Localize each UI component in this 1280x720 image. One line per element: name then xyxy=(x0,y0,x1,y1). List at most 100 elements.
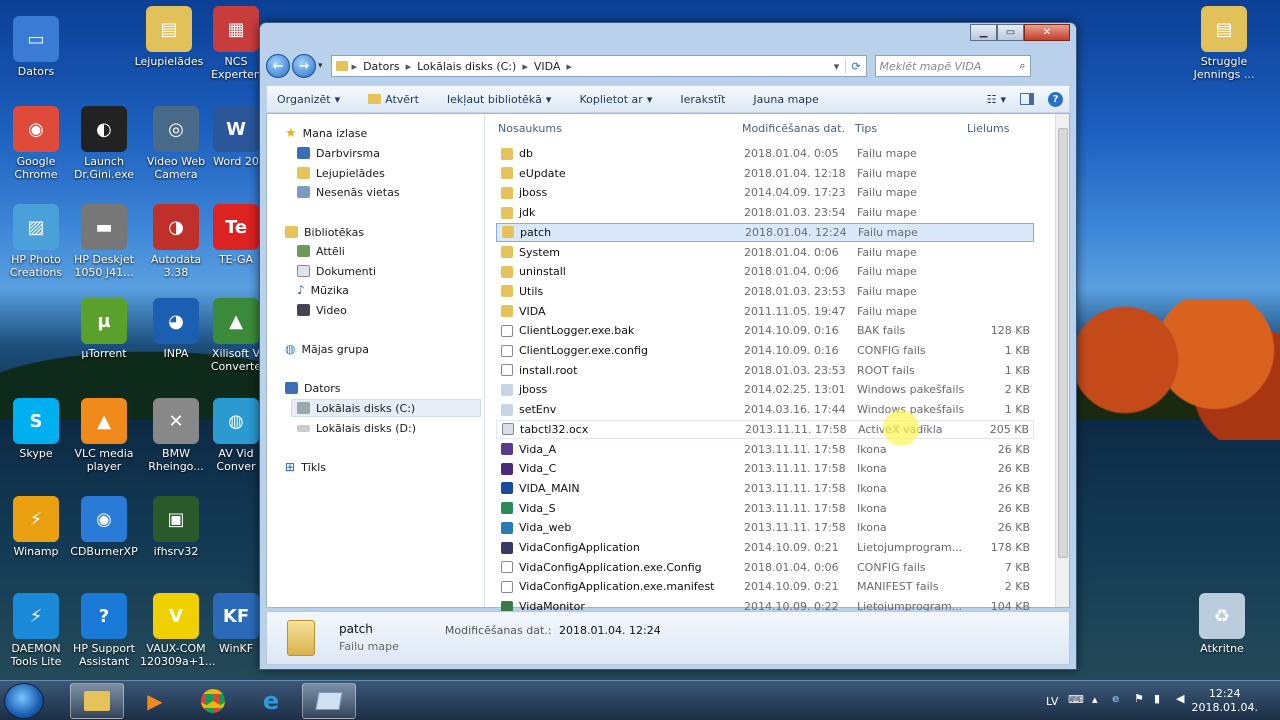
file-row[interactable]: Vida_A 2013.11.11. 17:58 Ikona 26 KB xyxy=(496,440,1034,459)
desktop-icon-strugglefolder[interactable]: ▤ Struggle Jennings ... xyxy=(1188,6,1260,81)
include-library-button[interactable]: Iekļaut bibliotēkā ▾ xyxy=(447,93,552,106)
desktop-icon-winampicon[interactable]: ⚡ Winamp xyxy=(0,496,72,558)
nav-pictures[interactable]: Attēli xyxy=(297,242,345,260)
burn-button[interactable]: Ierakstīt xyxy=(680,93,725,106)
breadcrumb-disk-c[interactable]: Lokālais disks (C:) xyxy=(411,60,522,73)
search-input[interactable]: Meklēt mapē VIDA ⌕ xyxy=(874,55,1031,77)
file-row[interactable]: jdk 2018.01.03. 23:54 Failu mape xyxy=(496,203,1034,222)
file-row[interactable]: db 2018.01.04. 0:05 Failu mape xyxy=(496,144,1034,163)
recent-pages-dropdown-icon[interactable]: ▾ xyxy=(318,61,323,71)
back-button[interactable]: ← xyxy=(266,54,290,78)
ie-tray-icon[interactable]: e xyxy=(1112,692,1119,705)
desktop-icon-daemonicon[interactable]: ⚡ DAEMON Tools Lite xyxy=(0,593,72,668)
address-chevron-icon[interactable]: ▸ xyxy=(348,60,358,73)
file-row[interactable]: VidaConfigApplication 2014.10.09. 0:21 Lie… xyxy=(496,538,1034,557)
nav-videos[interactable]: Video xyxy=(297,301,347,319)
breadcrumb-dators[interactable]: Dators xyxy=(357,60,406,73)
desktop-icon-ifhsrvicon[interactable]: ▣ ifhsrv32 xyxy=(140,496,212,558)
nav-desktop[interactable]: Darbvirsma xyxy=(297,144,380,162)
file-row[interactable]: VidaConfigApplication.exe.manifest 2014.1… xyxy=(496,577,1034,596)
nav-music[interactable]: ♪ Mūzika xyxy=(297,281,349,299)
flag-icon[interactable]: ⚑ xyxy=(1134,692,1144,705)
network-icon[interactable]: ▮ xyxy=(1154,692,1160,705)
file-row[interactable]: VIDA 2011.11.05. 19:47 Failu mape xyxy=(496,302,1034,321)
close-button[interactable]: ✕ xyxy=(1024,24,1070,41)
file-row[interactable]: tabctl32.ocx 2013.11.11. 17:58 ActiveX vad… xyxy=(496,419,1034,439)
taskbar-internet-explorer[interactable]: e xyxy=(244,683,298,719)
desktop-icon-hpdeskjeticon[interactable]: ▬ HP Deskjet 1050 J41... xyxy=(68,204,140,279)
start-button[interactable] xyxy=(4,683,44,719)
nav-downloads[interactable]: Lejupielādes xyxy=(297,164,385,182)
nav-network[interactable]: ⊞ Tīkls xyxy=(285,458,326,476)
desktop-icon-utorrenticon[interactable]: µ µTorrent xyxy=(68,298,140,360)
nav-recent[interactable]: Nesenās vietas xyxy=(297,183,400,201)
nav-libraries[interactable]: Bibliotēkas xyxy=(285,223,364,241)
maximize-button[interactable]: ▭ xyxy=(997,24,1024,41)
minimize-button[interactable]: ▁ xyxy=(970,24,997,41)
desktop-icon-lejupieladesicon[interactable]: ▤ Lejupielādes xyxy=(133,6,205,68)
column-modified[interactable]: Modificēšanas dat. xyxy=(742,122,845,135)
nav-favorites[interactable]: ★ Mana izlase xyxy=(285,124,367,142)
vertical-scrollbar[interactable] xyxy=(1055,114,1069,607)
file-row[interactable]: Vida_web 2013.11.11. 17:58 Ikona 26 KB xyxy=(496,518,1034,537)
file-row[interactable]: uninstall 2018.01.04. 0:06 Failu mape xyxy=(496,262,1034,281)
language-indicator[interactable]: LV xyxy=(1046,695,1058,708)
desktop-icon-hpphotoicon[interactable]: ▨ HP Photo Creations xyxy=(0,204,72,279)
file-name: ClientLogger.exe.config xyxy=(519,344,648,357)
file-row[interactable]: jboss 2014.02.25. 13:01 Windows pakešfails… xyxy=(496,380,1034,399)
file-row[interactable]: ClientLogger.exe.config 2014.10.09. 0:16 C… xyxy=(496,341,1034,360)
desktop-icon-datorsicon[interactable]: ▭ Dators xyxy=(0,16,72,78)
open-button[interactable]: Atvērt xyxy=(368,93,419,106)
desktop-icon-hpsupporticon[interactable]: ? HP Support Assistant xyxy=(68,593,140,668)
file-row[interactable]: eUpdate 2018.01.04. 12:18 Failu mape xyxy=(496,164,1034,183)
file-row[interactable]: VIDA_MAIN 2013.11.11. 17:58 Ikona 26 KB xyxy=(496,479,1034,498)
volume-icon[interactable]: ◀ xyxy=(1176,692,1184,705)
desktop-icon-vlcicon[interactable]: ▲ VLC media player xyxy=(68,398,140,473)
taskbar-explorer[interactable] xyxy=(70,683,124,719)
file-row[interactable]: ClientLogger.exe.bak 2014.10.09. 0:16 BAK … xyxy=(496,321,1034,340)
nav-homegroup[interactable]: ◍ Mājas grupa xyxy=(285,340,369,358)
file-row[interactable]: Utils 2018.01.03. 23:53 Failu mape xyxy=(496,282,1034,301)
organize-button[interactable]: Organizēt ▾ xyxy=(277,93,340,106)
search-icon[interactable]: ⌕ xyxy=(1019,59,1025,73)
desktop-icon-launchicon[interactable]: ◐ Launch Dr.Gini.exe xyxy=(68,106,140,181)
address-dropdown-icon[interactable]: ▾ xyxy=(834,60,846,73)
breadcrumb-chevron-icon[interactable]: ▸ xyxy=(566,60,572,73)
view-options-button[interactable]: ☷ ▾ xyxy=(987,93,1006,106)
column-type[interactable]: Tips xyxy=(855,122,877,135)
desktop-icon-skypeicon[interactable]: S Skype xyxy=(0,398,72,460)
forward-button[interactable]: → xyxy=(292,54,316,78)
taskbar-chrome[interactable] xyxy=(186,683,240,719)
show-hidden-icons[interactable]: ▴ xyxy=(1092,693,1098,706)
nav-documents[interactable]: Dokumenti xyxy=(297,262,376,280)
taskbar-app-window[interactable] xyxy=(302,683,356,719)
file-row[interactable]: System 2018.01.04. 0:06 Failu mape xyxy=(496,243,1034,262)
file-row[interactable]: Vida_S 2013.11.11. 17:58 Ikona 26 KB xyxy=(496,499,1034,518)
share-button[interactable]: Koplietot ar ▾ xyxy=(579,93,652,106)
nav-computer[interactable]: Dators xyxy=(285,379,341,397)
file-row[interactable]: setEnv 2014.03.16. 17:44 Windows pakešfail… xyxy=(496,400,1034,419)
scrollbar-thumb[interactable] xyxy=(1058,128,1068,558)
breadcrumb-vida[interactable]: VIDA xyxy=(528,60,567,73)
help-button[interactable]: ? xyxy=(1048,91,1063,107)
desktop-icon-chromeicon[interactable]: ◉ Google Chrome xyxy=(0,106,72,181)
file-name: uninstall xyxy=(519,265,566,279)
column-name[interactable]: Nosaukums xyxy=(498,122,562,135)
nav-disk-c[interactable]: Lokālais disks (C:) xyxy=(291,399,481,417)
file-row[interactable]: jboss 2014.04.09. 17:23 Failu mape xyxy=(496,183,1034,202)
address-bar[interactable]: ▸ Dators ▸ Lokālais disks (C:) ▸ VIDA ▸ … xyxy=(330,55,867,77)
desktop-icon-cdburnericon[interactable]: ◉ CDBurnerXP xyxy=(68,496,140,558)
refresh-icon[interactable]: ⟳ xyxy=(845,59,865,73)
file-row[interactable]: Vida_C 2013.11.11. 17:58 Ikona 26 KB xyxy=(496,459,1034,478)
preview-pane-button[interactable] xyxy=(1020,93,1034,105)
file-row[interactable]: install.root 2018.01.03. 23:53 ROOT fails 1… xyxy=(496,361,1034,380)
desktop-icon-recyclebin[interactable]: ♻ Atkritne xyxy=(1186,593,1258,655)
file-row[interactable]: patch 2018.01.04. 12:24 Failu mape xyxy=(496,222,1034,242)
new-folder-button[interactable]: Jauna mape xyxy=(753,93,818,106)
clock[interactable]: 12:24 2018.01.04. xyxy=(1192,687,1258,715)
nav-disk-d[interactable]: Lokālais disks (D:) xyxy=(297,419,416,437)
taskbar-media-player[interactable]: ▶ xyxy=(128,683,182,719)
file-row[interactable]: VidaConfigApplication.exe.Config 2018.01.… xyxy=(496,558,1034,577)
keyboard-icon[interactable]: ⌨ xyxy=(1068,693,1084,706)
column-size[interactable]: Lielums xyxy=(967,122,1009,135)
